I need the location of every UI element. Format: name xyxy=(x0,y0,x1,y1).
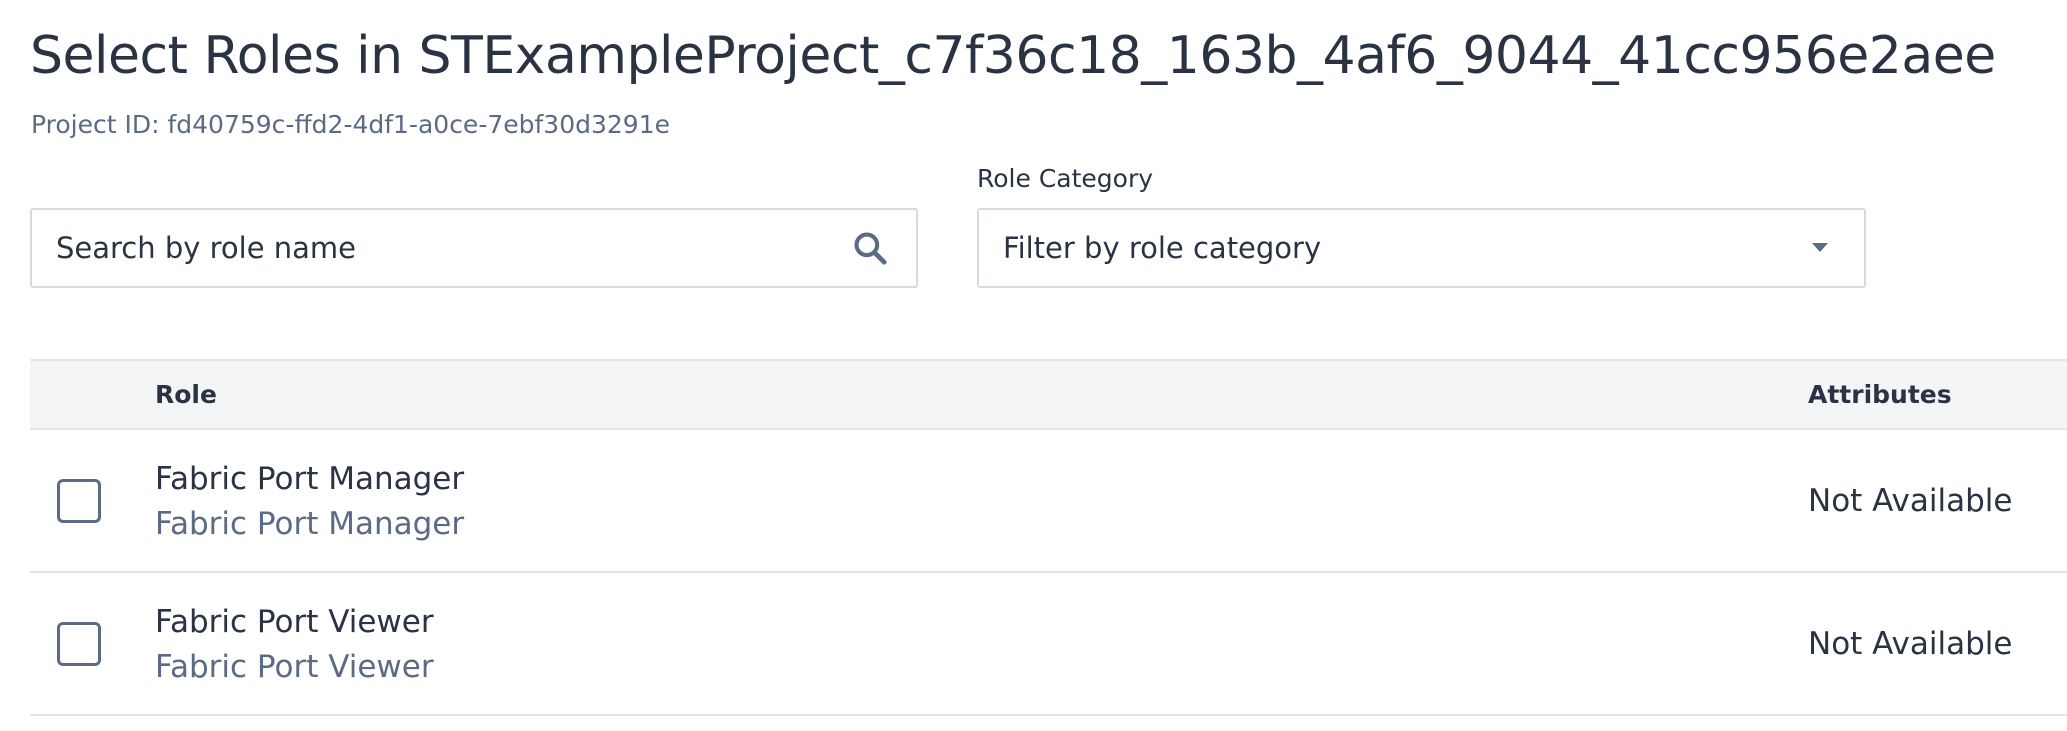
table-header: Role Attributes xyxy=(30,359,2067,430)
role-category-select[interactable]: Filter by role category xyxy=(977,208,1866,288)
search-icon[interactable] xyxy=(848,226,892,270)
page-title: Select Roles in STExampleProject_c7f36c1… xyxy=(30,26,1996,86)
roles-table: Role Attributes Fabric Port Manager Fabr… xyxy=(30,359,2067,716)
select-roles-page: Select Roles in STExampleProject_c7f36c1… xyxy=(0,0,2067,731)
row-checkbox[interactable] xyxy=(57,479,101,523)
search-input[interactable] xyxy=(56,231,848,265)
role-cell: Fabric Port Manager Fabric Port Manager xyxy=(155,458,464,545)
row-checkbox[interactable] xyxy=(57,622,101,666)
search-field[interactable] xyxy=(30,208,918,288)
attributes-cell: Not Available xyxy=(1808,482,2013,519)
role-description: Fabric Port Manager xyxy=(155,506,465,542)
role-category-label: Role Category xyxy=(977,164,1154,193)
role-description: Fabric Port Viewer xyxy=(155,649,434,685)
role-category-placeholder: Filter by role category xyxy=(1003,231,1322,265)
role-cell: Fabric Port Viewer Fabric Port Viewer xyxy=(155,601,434,688)
column-header-role[interactable]: Role xyxy=(155,361,217,428)
role-name: Fabric Port Manager xyxy=(155,461,465,497)
table-row: Fabric Port Manager Fabric Port Manager … xyxy=(30,430,2067,573)
chevron-down-icon[interactable] xyxy=(1800,228,1840,268)
table-row: Fabric Port Viewer Fabric Port Viewer No… xyxy=(30,573,2067,716)
project-id-text: Project ID: fd40759c-ffd2-4df1-a0ce-7ebf… xyxy=(31,110,670,139)
attributes-cell: Not Available xyxy=(1808,625,2013,662)
role-name: Fabric Port Viewer xyxy=(155,604,434,640)
column-header-attributes[interactable]: Attributes xyxy=(1808,361,1952,428)
